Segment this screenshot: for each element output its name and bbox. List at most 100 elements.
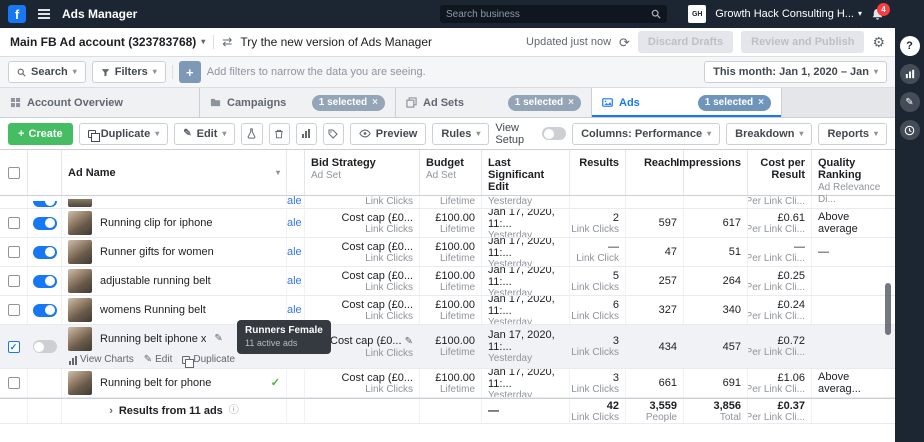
- discard-drafts-button[interactable]: Discard Drafts: [637, 31, 734, 53]
- ad-status-toggle[interactable]: [32, 245, 57, 259]
- duplicate-action[interactable]: Duplicate: [182, 354, 235, 368]
- chevron-right-icon[interactable]: ›: [109, 405, 113, 417]
- header-quality-ranking[interactable]: Quality Ranking Ad Relevance Di...: [812, 150, 895, 205]
- ad-status-toggle[interactable]: [32, 216, 57, 230]
- charts-rail-button[interactable]: [899, 64, 920, 84]
- close-icon[interactable]: ×: [758, 97, 764, 108]
- cost-cell: £0.61 Per Link Cli...: [748, 209, 812, 237]
- search-input[interactable]: [446, 8, 651, 20]
- table-row-selected[interactable]: ✓ Running belt iphone x ✎ View Charts ✎ E…: [0, 325, 895, 369]
- help-button[interactable]: ?: [899, 36, 920, 56]
- add-filter-button[interactable]: +: [178, 61, 201, 83]
- table-row[interactable]: Running clip for iphone ale Cost cap (£0…: [0, 209, 895, 238]
- notifications-button[interactable]: 4: [871, 2, 890, 21]
- filter-hint-text: Add filters to narrow the data you are s…: [206, 66, 426, 78]
- header-budget[interactable]: Budget Ad Set: [420, 150, 482, 195]
- checkbox[interactable]: [7, 166, 20, 179]
- bar-chart-icon: [302, 129, 311, 138]
- tab-account-overview[interactable]: Account Overview: [0, 88, 200, 117]
- close-icon[interactable]: ×: [568, 97, 574, 108]
- account-menu[interactable]: Growth Hack Consulting H... ▾: [715, 8, 862, 20]
- table-row[interactable]: adjustable running belt ale Cost cap (£0…: [0, 267, 895, 296]
- ad-status-toggle[interactable]: [32, 201, 57, 207]
- close-icon[interactable]: ×: [372, 97, 378, 108]
- reports-button[interactable]: Reports ▾: [818, 122, 888, 145]
- pencil-icon[interactable]: ✎: [214, 333, 222, 345]
- ad-status-toggle[interactable]: [32, 274, 57, 288]
- header-last-significant-edit[interactable]: Last Significant Edit: [482, 150, 570, 195]
- edit-rail-button[interactable]: ✎: [899, 92, 920, 112]
- rules-button[interactable]: Rules ▾: [432, 122, 490, 145]
- review-and-publish-button[interactable]: Review and Publish: [741, 31, 865, 53]
- tab-ads[interactable]: Ads 1 selected ×: [592, 88, 782, 117]
- row-checkbox[interactable]: [7, 246, 20, 258]
- ad-name-link[interactable]: adjustable running belt: [100, 275, 211, 287]
- hamburger-menu-icon[interactable]: [38, 9, 50, 19]
- ab-test-button[interactable]: [241, 122, 263, 145]
- date-range-selector[interactable]: This month: Jan 1, 2020 – Jan ▾: [704, 61, 887, 83]
- sort-caret-icon[interactable]: ▾: [276, 167, 280, 179]
- adset-link[interactable]: ale: [287, 196, 302, 207]
- columns-button[interactable]: Columns: Performance ▾: [572, 122, 721, 145]
- table-row[interactable]: Runner gifts for women ale Cost cap (£0.…: [0, 238, 895, 267]
- summary-row[interactable]: › Results from 11 ads ⓘ — 42 Link Clicks …: [0, 398, 895, 424]
- switch-version-icon[interactable]: ⇄: [222, 36, 232, 48]
- settings-gear-icon[interactable]: ⚙: [872, 35, 885, 49]
- select-all-checkbox[interactable]: [0, 150, 28, 195]
- tab-ad-sets[interactable]: Ad Sets 1 selected ×: [396, 88, 592, 117]
- ad-name-link[interactable]: womens Running belt: [100, 304, 206, 316]
- tab-campaigns[interactable]: Campaigns 1 selected ×: [200, 88, 396, 117]
- header-bid-strategy[interactable]: Bid Strategy Ad Set: [305, 150, 420, 195]
- row-checkbox-checked[interactable]: ✓: [7, 340, 20, 353]
- adset-link[interactable]: ale: [287, 275, 302, 287]
- ad-thumbnail: [68, 371, 92, 395]
- adset-link[interactable]: ale: [287, 246, 302, 258]
- refresh-button[interactable]: ⟳: [619, 36, 630, 49]
- create-button[interactable]: + Create: [8, 122, 73, 145]
- business-avatar[interactable]: GH: [688, 5, 707, 23]
- delete-button[interactable]: [268, 122, 290, 145]
- account-name: Growth Hack Consulting H...: [715, 8, 854, 20]
- ad-name-link[interactable]: Running clip for iphone: [100, 217, 213, 229]
- search-filter-button[interactable]: Search ▾: [8, 61, 86, 83]
- funnel-icon: [101, 68, 109, 76]
- view-charts-button[interactable]: [295, 122, 317, 145]
- row-checkbox[interactable]: [7, 304, 20, 316]
- vertical-scrollbar[interactable]: [885, 283, 891, 335]
- row-checkbox[interactable]: [7, 275, 20, 287]
- adset-link[interactable]: ale: [287, 304, 302, 316]
- history-rail-button[interactable]: [899, 120, 920, 140]
- edit-action[interactable]: ✎ Edit: [144, 354, 173, 366]
- header-impressions[interactable]: Impressions: [676, 150, 748, 195]
- view-charts-action[interactable]: View Charts: [69, 354, 134, 366]
- breakdown-button[interactable]: Breakdown ▾: [726, 122, 813, 145]
- preview-button[interactable]: Preview: [349, 122, 427, 145]
- pencil-icon[interactable]: ✎: [405, 336, 413, 347]
- header-results[interactable]: Results: [570, 150, 626, 195]
- info-icon[interactable]: ⓘ: [229, 405, 239, 417]
- global-search[interactable]: [440, 5, 667, 23]
- ad-status-toggle[interactable]: [32, 340, 57, 353]
- table-row[interactable]: Running belt for phone ✓ Cost cap (£0... L…: [0, 369, 895, 398]
- header-cost-per-result[interactable]: Cost per Result: [748, 150, 812, 195]
- tooltip-subtitle: 11 active ads: [245, 338, 298, 348]
- row-checkbox[interactable]: [7, 217, 20, 229]
- duplicate-button[interactable]: Duplicate ▾: [78, 122, 169, 145]
- ad-account-selector[interactable]: Main FB Ad account (323783768) ▾: [10, 35, 205, 49]
- export-button[interactable]: [322, 122, 344, 145]
- ad-name-link[interactable]: Running belt iphone x: [100, 333, 206, 345]
- ad-status-toggle[interactable]: [32, 303, 57, 317]
- table-row[interactable]: womens Running belt ale Cost cap (£0... L…: [0, 296, 895, 325]
- facebook-logo-icon[interactable]: f: [8, 5, 26, 23]
- edit-button[interactable]: ✎ Edit ▾: [174, 122, 236, 145]
- view-setup-toggle[interactable]: [542, 127, 567, 140]
- ad-name-link[interactable]: Runner gifts for women: [100, 246, 214, 258]
- try-new-version-link[interactable]: Try the new version of Ads Manager: [240, 35, 432, 49]
- ad-name-link[interactable]: Running belt for phone: [100, 377, 211, 389]
- copy-icon: [182, 356, 195, 368]
- filters-button[interactable]: Filters ▾: [91, 61, 166, 83]
- row-checkbox[interactable]: [7, 377, 20, 389]
- table-row-clipped[interactable]: ale Link Clicks Lifetime Yesterday Per L…: [0, 196, 895, 209]
- adset-link[interactable]: ale: [287, 217, 302, 229]
- header-ad-name[interactable]: Ad Name ▾: [62, 150, 287, 195]
